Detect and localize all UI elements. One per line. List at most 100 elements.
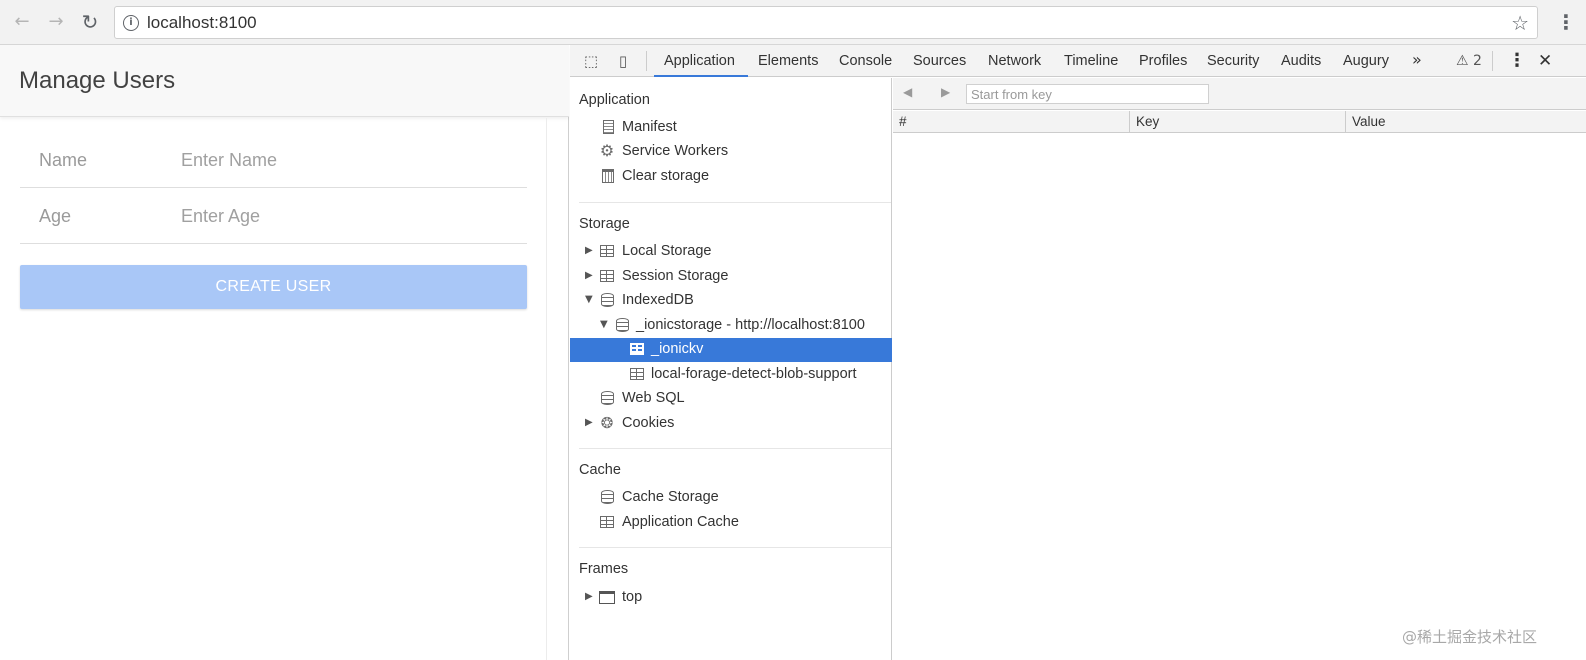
section-frames-title: Frames (579, 561, 629, 577)
tab-elements[interactable]: Elements (758, 45, 818, 77)
sidebar-item-label: local-forage-detect-blob-support (651, 366, 857, 382)
start-from-key-input[interactable] (966, 84, 1209, 104)
sidebar-item-blob-support[interactable]: local-forage-detect-blob-support (570, 363, 892, 387)
table-icon (629, 366, 645, 382)
tab-sources[interactable]: Sources (913, 45, 966, 77)
tab-profiles[interactable]: Profiles (1139, 45, 1187, 77)
info-icon[interactable]: i (123, 15, 139, 31)
database-icon (599, 390, 615, 406)
sidebar-item-label: Cookies (622, 415, 675, 431)
sidebar-item-label: _ionicstorage - http://localhost:8100 (636, 317, 865, 333)
toolbar-divider-2 (1492, 51, 1493, 71)
more-tabs-icon[interactable]: » (1412, 45, 1422, 77)
column-header-value[interactable]: Value (1346, 111, 1586, 133)
sidebar-item-label: Web SQL (622, 390, 685, 406)
application-sidebar: Application Manifest ⚙ Service Workers C… (570, 78, 892, 660)
app-scroll-edge (546, 118, 547, 660)
tab-console[interactable]: Console (839, 45, 892, 77)
toolbar-divider (646, 51, 647, 71)
sidebar-item-cache-storage[interactable]: Cache Storage (570, 486, 892, 510)
bookmark-star-icon[interactable]: ☆ (1511, 11, 1529, 35)
table-icon (599, 514, 615, 530)
address-bar[interactable]: i localhost:8100 ☆ (114, 6, 1538, 39)
trash-icon (600, 168, 616, 184)
sidebar-item-label: Clear storage (622, 168, 710, 184)
devtools-tabbar: ⬚ ▯ Application Elements Console Sources… (570, 45, 1586, 77)
sidebar-item-local-storage[interactable]: ▶ Local Storage (570, 240, 892, 264)
database-icon (599, 292, 615, 308)
sidebar-item-manifest[interactable]: Manifest (570, 116, 892, 140)
section-cache-title: Cache (579, 462, 621, 478)
tab-application[interactable]: Application (654, 45, 748, 77)
collapse-arrow-icon[interactable]: ▼ (585, 294, 593, 305)
section-divider (579, 448, 891, 449)
back-arrow-icon[interactable]: ← (12, 12, 32, 32)
expand-arrow-icon[interactable]: ▶ (585, 591, 593, 602)
sidebar-item-label: Cache Storage (622, 489, 719, 505)
browser-menu-icon[interactable]: ⋮ (1556, 10, 1576, 34)
create-user-button[interactable]: CREATE USER (20, 265, 527, 309)
browser-toolbar: ← → ↻ i localhost:8100 ☆ ⋮ (0, 0, 1586, 45)
screen: ← → ↻ i localhost:8100 ☆ ⋮ Manage Users … (0, 0, 1586, 660)
table-icon (629, 341, 645, 357)
sidebar-item-label: Application Cache (622, 514, 739, 530)
devtools-menu-icon[interactable]: ⋮ (1508, 45, 1526, 77)
reload-icon[interactable]: ↻ (80, 12, 100, 32)
sidebar-item-session-storage[interactable]: ▶ Session Storage (570, 265, 892, 289)
tab-timeline[interactable]: Timeline (1064, 45, 1118, 77)
sidebar-item-label: Manifest (622, 119, 677, 135)
page-title: Manage Users (19, 67, 176, 94)
previous-page-icon[interactable]: ◀ (903, 85, 912, 99)
name-row: Name (20, 132, 527, 188)
sidebar-item-web-sql[interactable]: Web SQL (570, 387, 892, 411)
tab-audits[interactable]: Audits (1281, 45, 1321, 77)
next-page-icon[interactable]: ▶ (941, 85, 950, 99)
section-storage-title: Storage (579, 216, 630, 232)
table-icon (599, 243, 615, 259)
collapse-arrow-icon[interactable]: ▼ (600, 319, 608, 330)
inspect-element-icon[interactable]: ⬚ (582, 52, 600, 70)
expand-arrow-icon[interactable]: ▶ (585, 245, 593, 256)
sidebar-item-cookies[interactable]: ▶ ❂ Cookies (570, 412, 892, 436)
sidebar-item-service-workers[interactable]: ⚙ Service Workers (570, 140, 892, 164)
data-view-toolbar: ◀ ▶ (893, 78, 1586, 110)
sidebar-item-ionicstorage-db[interactable]: ▼ _ionicstorage - http://localhost:8100 (570, 314, 892, 338)
sidebar-item-label: IndexedDB (622, 292, 694, 308)
age-label: Age (39, 206, 72, 226)
device-toolbar-icon[interactable]: ▯ (614, 52, 632, 70)
warning-count-badge[interactable]: ⚠ 2 (1456, 45, 1482, 77)
database-icon (599, 489, 615, 505)
sidebar-item-top-frame[interactable]: ▶ top (570, 586, 892, 610)
tab-network[interactable]: Network (988, 45, 1041, 77)
url-text[interactable]: localhost:8100 (147, 13, 257, 33)
database-icon (614, 317, 630, 333)
data-grid-body (893, 134, 1586, 660)
name-input[interactable] (181, 148, 521, 172)
sidebar-item-clear-storage[interactable]: Clear storage (570, 165, 892, 189)
data-grid-header: # Key Value (893, 111, 1586, 133)
expand-arrow-icon[interactable]: ▶ (585, 270, 593, 281)
forward-arrow-icon[interactable]: → (46, 12, 66, 32)
sidebar-item-indexeddb[interactable]: ▼ IndexedDB (570, 289, 892, 313)
sidebar-item-label: top (622, 589, 643, 605)
cookie-icon: ❂ (600, 414, 614, 432)
frame-icon (599, 589, 615, 605)
expand-arrow-icon[interactable]: ▶ (585, 417, 593, 428)
sidebar-item-application-cache[interactable]: Application Cache (570, 511, 892, 535)
sidebar-item-ionickv[interactable]: _ionickv (570, 338, 892, 362)
gear-icon: ⚙ (599, 141, 615, 160)
sidebar-item-label: Local Storage (622, 243, 712, 259)
sidebar-item-label: _ionickv (651, 341, 704, 357)
app-header: Manage Users (0, 45, 569, 117)
tab-augury[interactable]: Augury (1343, 45, 1389, 77)
section-application-title: Application (579, 92, 650, 108)
manifest-icon (600, 119, 616, 135)
column-header-key[interactable]: Key (1130, 111, 1346, 133)
age-input[interactable] (181, 204, 521, 228)
column-header-index[interactable]: # (893, 111, 1130, 133)
age-row: Age (20, 188, 527, 244)
sidebar-item-label: Service Workers (622, 143, 729, 159)
name-label: Name (39, 150, 88, 170)
close-devtools-icon[interactable]: ✕ (1538, 45, 1552, 77)
tab-security[interactable]: Security (1207, 45, 1259, 77)
